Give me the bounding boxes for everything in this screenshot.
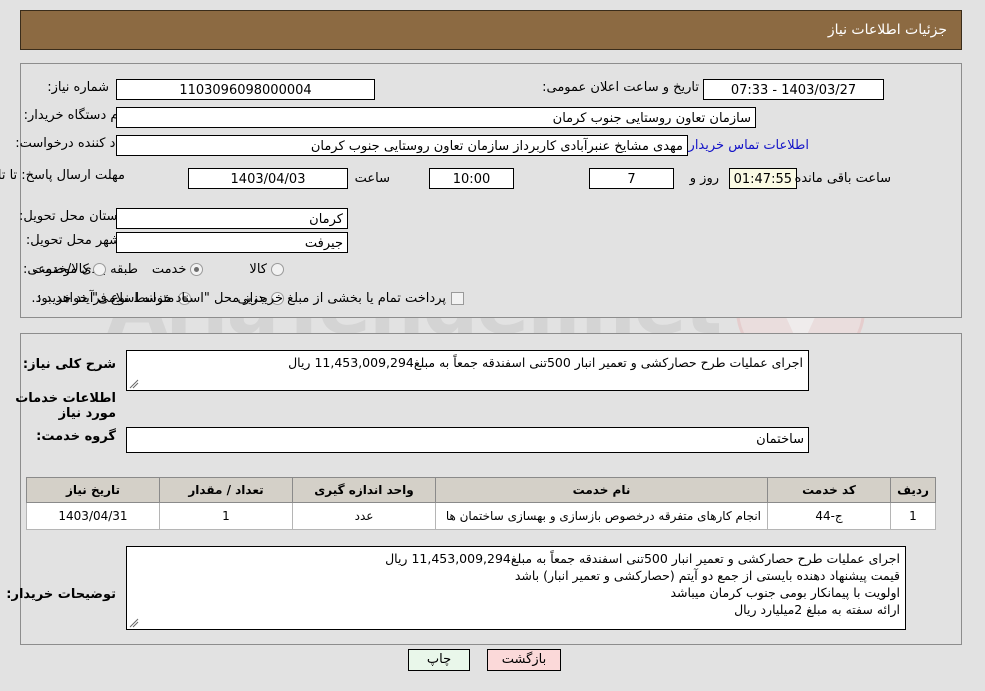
deadline-hour-label: ساعت bbox=[355, 171, 391, 186]
deadline-time-value: 10:00 bbox=[430, 168, 515, 189]
general-need-textarea[interactable]: اجرای عملیات طرح حصارکشی و تعمیر انبار 5… bbox=[127, 350, 810, 391]
cell-quantity: 1 bbox=[160, 502, 294, 530]
deadline-label: مهلت ارسال پاسخ: تا تاریخ: bbox=[0, 168, 126, 183]
print-button[interactable]: چاپ bbox=[409, 649, 471, 671]
resize-grip-icon[interactable] bbox=[130, 379, 140, 389]
th-need-date: تاریخ نیاز bbox=[27, 477, 161, 503]
city-label: شهر محل تحویل: bbox=[26, 233, 121, 248]
category-radio-0[interactable] bbox=[272, 263, 285, 276]
treasury-checkbox-row[interactable]: پرداخت تمام یا بخشی از مبلغ خرید،از محل … bbox=[32, 291, 465, 306]
cell-row-no: 1 bbox=[891, 502, 937, 530]
th-service-name: نام خدمت bbox=[436, 477, 769, 503]
creator-value: مهدی مشایخ عنبرآبادی کاربرداز سازمان تعا… bbox=[117, 135, 689, 156]
buyer-org-value: سازمان تعاون روستایی جنوب کرمان bbox=[117, 107, 757, 128]
category-radio-2[interactable] bbox=[93, 263, 107, 276]
general-need-label: شرح کلی نیاز: bbox=[23, 357, 117, 372]
buyer-contact-link[interactable]: اطلاعات تماس خریدار bbox=[690, 138, 810, 153]
services-table: ردیف کد خدمت نام خدمت واحد اندازه گیری ت… bbox=[27, 477, 937, 530]
th-row-no: ردیف bbox=[891, 477, 937, 503]
announce-datetime-label: تاریخ و ساعت اعلان عمومی: bbox=[543, 80, 700, 95]
service-group-label: گروه خدمت: bbox=[37, 429, 117, 444]
buyer-notes-line-1: قیمت پیشنهاد دهنده بایستی از جمع دو آیتم… bbox=[515, 568, 901, 583]
need-info-panel bbox=[21, 63, 963, 318]
buyer-notes-label: توضیحات خریدار: bbox=[7, 587, 117, 602]
category-radio-1[interactable] bbox=[191, 263, 205, 276]
general-need-value: اجرای عملیات طرح حصارکشی و تعمیر انبار 5… bbox=[289, 355, 804, 370]
days-remaining-value: 7 bbox=[590, 168, 675, 189]
buyer-org-label: نام دستگاه خریدار: bbox=[24, 108, 127, 123]
need-number-row: شماره نیاز: bbox=[48, 80, 110, 95]
announce-datetime-value: 1403/03/27 - 07:33 bbox=[704, 79, 885, 100]
th-quantity: تعداد / مقدار bbox=[160, 477, 294, 503]
resize-grip-icon[interactable] bbox=[130, 618, 140, 628]
days-remaining-label: روز و bbox=[690, 171, 720, 186]
hours-remaining-label: ساعت باقی مانده bbox=[795, 171, 892, 186]
buyer-notes-line-3: ارائه سفته به مبلغ 2میلیارد ریال bbox=[735, 602, 901, 617]
cell-service-name: انجام کارهای متفرقه درخصوص بازسازی و بهس… bbox=[436, 502, 769, 530]
table-header-row: ردیف کد خدمت نام خدمت واحد اندازه گیری ت… bbox=[27, 477, 937, 503]
city-value: جیرفت bbox=[117, 232, 349, 253]
category-option-1-label: خدمت bbox=[152, 262, 188, 277]
treasury-checkbox-label: پرداخت تمام یا بخشی از مبلغ خرید،از محل … bbox=[32, 291, 447, 306]
buyer-notes-textarea[interactable]: اجرای عملیات طرح حصارکشی و تعمیر انبار 5… bbox=[127, 546, 907, 630]
th-unit: واحد اندازه گیری bbox=[293, 477, 437, 503]
th-service-code: کد خدمت bbox=[768, 477, 892, 503]
city-row: شهر محل تحویل: bbox=[27, 233, 121, 248]
category-radio-group: کالا خدمت کالا/خدمت bbox=[33, 262, 285, 277]
table-row: 1 ج-44 انجام کارهای متفرقه درخصوص بازساز… bbox=[27, 502, 937, 530]
buyer-notes-line-0: اجرای عملیات طرح حصارکشی و تعمیر انبار 5… bbox=[386, 551, 901, 566]
deadline-date-value: 1403/04/03 bbox=[189, 168, 349, 189]
province-label: استان محل تحویل: bbox=[20, 209, 122, 224]
back-button[interactable]: بازگشت bbox=[488, 649, 562, 671]
need-number-label: شماره نیاز: bbox=[48, 80, 110, 95]
category-option-2[interactable]: کالا/خدمت bbox=[33, 262, 107, 277]
need-number-value: 1103096098000004 bbox=[117, 79, 376, 100]
cell-service-code: ج-44 bbox=[768, 502, 892, 530]
category-option-2-label: کالا/خدمت bbox=[33, 262, 90, 277]
announce-label-row: تاریخ و ساعت اعلان عمومی: bbox=[543, 80, 700, 95]
buyer-org-row: نام دستگاه خریدار: bbox=[25, 108, 127, 123]
service-group-value: ساختمان bbox=[127, 427, 810, 453]
buyer-notes-line-2: اولویت با پیمانکار بومی جنوب کرمان میباش… bbox=[671, 585, 901, 600]
cell-unit: عدد bbox=[293, 502, 437, 530]
page-header: جزئیات اطلاعات نیاز bbox=[21, 10, 963, 50]
services-section-title: اطلاعات خدمات مورد نیاز bbox=[16, 391, 117, 421]
page-title: جزئیات اطلاعات نیاز bbox=[828, 22, 948, 38]
province-row: استان محل تحویل: bbox=[20, 209, 122, 224]
province-value: کرمان bbox=[117, 208, 349, 229]
deadline-row: مهلت ارسال پاسخ: تا تاریخ: bbox=[0, 164, 126, 183]
treasury-checkbox[interactable] bbox=[452, 292, 465, 305]
cell-need-date: 1403/04/31 bbox=[27, 502, 161, 530]
category-option-1[interactable]: خدمت bbox=[153, 262, 205, 277]
category-option-0[interactable]: کالا bbox=[250, 262, 285, 277]
countdown-timer: 01:47:55 bbox=[730, 168, 798, 189]
category-option-0-label: کالا bbox=[250, 262, 268, 277]
